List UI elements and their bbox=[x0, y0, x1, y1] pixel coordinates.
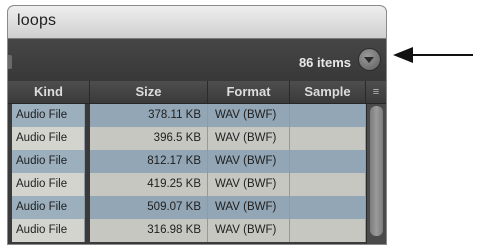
cell-kind: Audio File bbox=[12, 219, 85, 242]
cell-kind: Audio File bbox=[12, 150, 85, 173]
cell-size: 378.11 KB bbox=[90, 104, 208, 127]
cell-size: 419.25 KB bbox=[90, 173, 208, 196]
vertical-scrollbar[interactable] bbox=[366, 104, 386, 244]
cell-format: WAV (BWF) bbox=[208, 127, 290, 150]
cell-sample bbox=[290, 196, 366, 219]
title-bar[interactable]: loops bbox=[8, 6, 386, 39]
cell-size: 812.17 KB bbox=[90, 150, 208, 173]
table-row[interactable]: Audio File 396.5 KB WAV (BWF) bbox=[8, 127, 368, 150]
toolbar: 86 items bbox=[8, 39, 386, 81]
cell-size: 509.07 KB bbox=[90, 196, 208, 219]
scrollbar-thumb[interactable] bbox=[370, 106, 383, 236]
cell-kind: Audio File bbox=[12, 127, 85, 150]
file-table: Kind Size Format Sample ≡ Audio File 378… bbox=[8, 81, 386, 244]
chevron-down-circle-icon[interactable] bbox=[359, 49, 380, 70]
table-header: Kind Size Format Sample ≡ bbox=[8, 81, 386, 104]
cell-format: WAV (BWF) bbox=[208, 104, 290, 127]
cell-format: WAV (BWF) bbox=[208, 150, 290, 173]
cell-size: 316.98 KB bbox=[90, 219, 208, 242]
cell-sample bbox=[290, 173, 366, 196]
cell-sample bbox=[290, 150, 366, 173]
window-title: loops bbox=[17, 12, 57, 29]
cell-format: WAV (BWF) bbox=[208, 196, 290, 219]
column-header-kind[interactable]: Kind bbox=[8, 81, 90, 103]
cell-sample bbox=[290, 219, 366, 242]
item-count-label: 86 items bbox=[298, 55, 351, 70]
pane-resize-handle[interactable] bbox=[8, 55, 12, 69]
cell-size: 396.5 KB bbox=[90, 127, 208, 150]
cell-sample bbox=[290, 104, 366, 127]
browser-window: loops 86 items Kind Size Format Sample ≡… bbox=[8, 6, 386, 244]
cell-format: WAV (BWF) bbox=[208, 219, 290, 242]
table-row[interactable]: Audio File 509.07 KB WAV (BWF) bbox=[8, 196, 368, 219]
cell-format: WAV (BWF) bbox=[208, 173, 290, 196]
column-options-icon[interactable]: ≡ bbox=[366, 81, 386, 103]
table-row[interactable]: Audio File 419.25 KB WAV (BWF) bbox=[8, 173, 368, 196]
column-header-format[interactable]: Format bbox=[208, 81, 290, 103]
table-row[interactable]: Audio File 378.11 KB WAV (BWF) bbox=[8, 104, 368, 127]
cell-kind: Audio File bbox=[12, 173, 85, 196]
column-header-sample[interactable]: Sample bbox=[290, 81, 366, 103]
table-row[interactable]: Audio File 316.98 KB WAV (BWF) bbox=[8, 219, 368, 242]
cell-sample bbox=[290, 127, 366, 150]
cell-kind: Audio File bbox=[12, 104, 85, 127]
column-header-size[interactable]: Size bbox=[90, 81, 208, 103]
cell-kind: Audio File bbox=[12, 196, 85, 219]
table-row[interactable]: Audio File 812.17 KB WAV (BWF) bbox=[8, 150, 368, 173]
callout-arrow-line bbox=[410, 54, 473, 56]
